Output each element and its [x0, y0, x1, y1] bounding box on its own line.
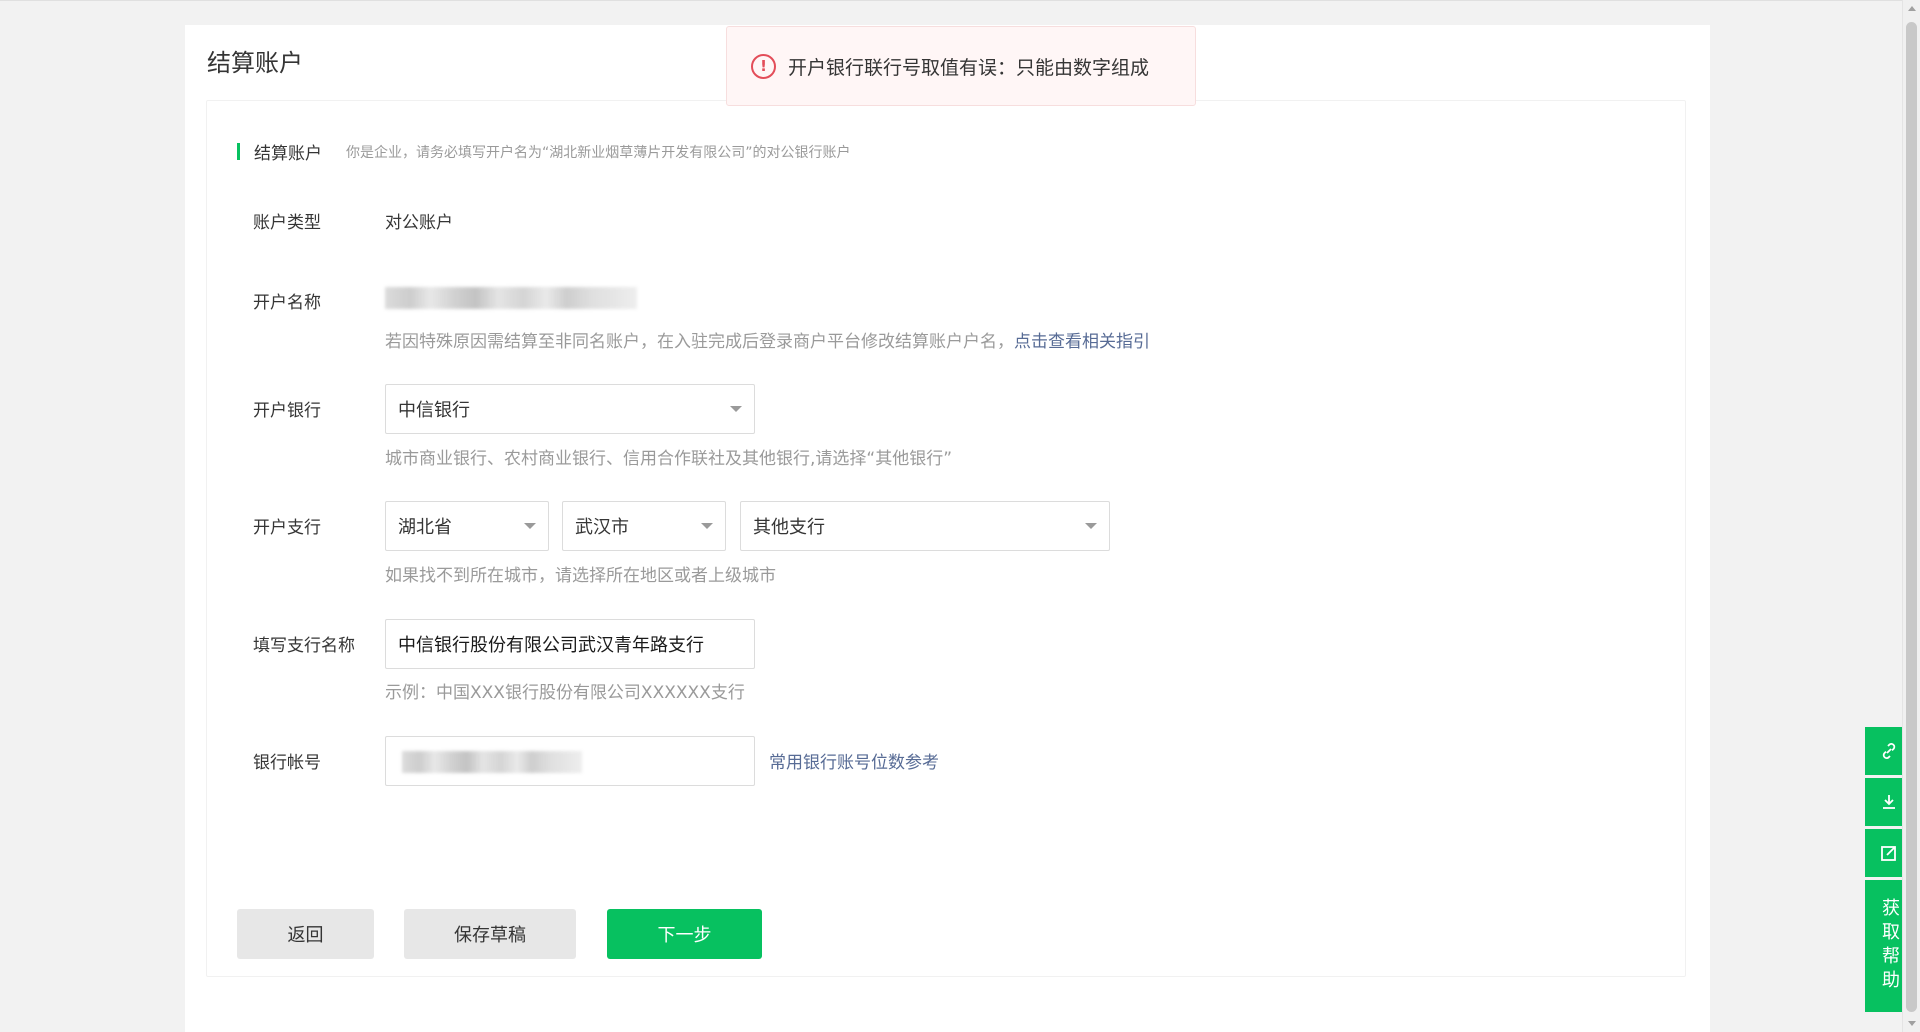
bank-account-input[interactable] — [385, 736, 755, 786]
account-name-label: 开户名称 — [253, 293, 321, 313]
bank-select-value: 中信银行 — [398, 400, 470, 421]
account-name-redacted — [385, 287, 637, 309]
edit-icon — [1881, 846, 1896, 861]
province-select-value: 湖北省 — [398, 517, 452, 538]
section-header: 结算账户 你是企业，请务必填写开户名为“湖北新业烟草薄片开发有限公司”的对公银行… — [237, 139, 851, 164]
scroll-thumb[interactable] — [1906, 22, 1917, 1012]
vertical-scrollbar[interactable] — [1902, 0, 1920, 1032]
bank-account-label: 银行帐号 — [253, 753, 321, 773]
account-name-hint-text: 若因特殊原因需结算至非同名账户，在入驻完成后登录商户平台修改结算账户户名， — [385, 332, 1014, 352]
city-select[interactable]: 武汉市 — [562, 501, 726, 551]
bank-account-redacted — [402, 751, 582, 773]
bank-select[interactable]: 中信银行 — [385, 384, 755, 434]
save-draft-button[interactable]: 保存草稿 — [404, 909, 576, 959]
get-help-label: 获取帮助 — [1879, 898, 1900, 994]
chevron-down-icon — [730, 406, 742, 412]
account-name-hint: 若因特殊原因需结算至非同名账户，在入驻完成后登录商户平台修改结算账户户名，点击查… — [385, 327, 1150, 352]
account-type-label: 账户类型 — [253, 213, 321, 233]
download-icon — [1883, 795, 1895, 809]
section-tip: 你是企业，请务必填写开户名为“湖北新业烟草薄片开发有限公司”的对公银行账户 — [346, 144, 851, 161]
branch-name-hint: 示例：中国XXX银行股份有限公司XXXXXX支行 — [385, 683, 745, 703]
next-step-button[interactable]: 下一步 — [607, 909, 762, 959]
branch-select[interactable]: 其他支行 — [740, 501, 1110, 551]
error-toast-message: 开户银行联行号取值有误：只能由数字组成 — [788, 56, 1150, 79]
province-select[interactable]: 湖北省 — [385, 501, 549, 551]
error-toast: ! 开户银行联行号取值有误：只能由数字组成 — [726, 26, 1196, 106]
settlement-form: 结算账户 你是企业，请务必填写开户名为“湖北新业烟草薄片开发有限公司”的对公银行… — [206, 100, 1686, 977]
section-accent-bar — [237, 143, 240, 160]
page-title: 结算账户 — [207, 49, 303, 77]
account-type-value: 对公账户 — [385, 213, 453, 233]
branch-name-label: 填写支行名称 — [253, 636, 355, 656]
section-title: 结算账户 — [254, 144, 322, 164]
link-icon — [1882, 743, 1896, 759]
bank-account-digits-reference-link[interactable]: 常用银行账号位数参考 — [769, 748, 939, 773]
city-select-value: 武汉市 — [575, 517, 629, 538]
chevron-down-icon — [524, 523, 536, 529]
bank-label: 开户银行 — [253, 401, 321, 421]
scroll-up-icon[interactable] — [1908, 6, 1916, 11]
account-name-guide-link[interactable]: 点击查看相关指引 — [1014, 332, 1150, 352]
back-button[interactable]: 返回 — [237, 909, 374, 959]
branch-label: 开户支行 — [253, 518, 321, 538]
chevron-down-icon — [701, 523, 713, 529]
page-card: 结算账户 结算账户 你是企业，请务必填写开户名为“湖北新业烟草薄片开发有限公司”… — [185, 25, 1710, 1032]
bank-hint: 城市商业银行、农村商业银行、信用合作联社及其他银行,请选择“其他银行” — [385, 449, 953, 469]
branch-hint: 如果找不到所在城市，请选择所在地区或者上级城市 — [385, 566, 776, 586]
branch-name-input[interactable]: 中信银行股份有限公司武汉青年路支行 — [385, 619, 755, 669]
top-border — [0, 0, 1902, 1]
chevron-down-icon — [1085, 523, 1097, 529]
branch-select-value: 其他支行 — [753, 517, 825, 538]
scroll-down-icon[interactable] — [1908, 1021, 1916, 1026]
error-circle-icon: ! — [751, 53, 776, 79]
